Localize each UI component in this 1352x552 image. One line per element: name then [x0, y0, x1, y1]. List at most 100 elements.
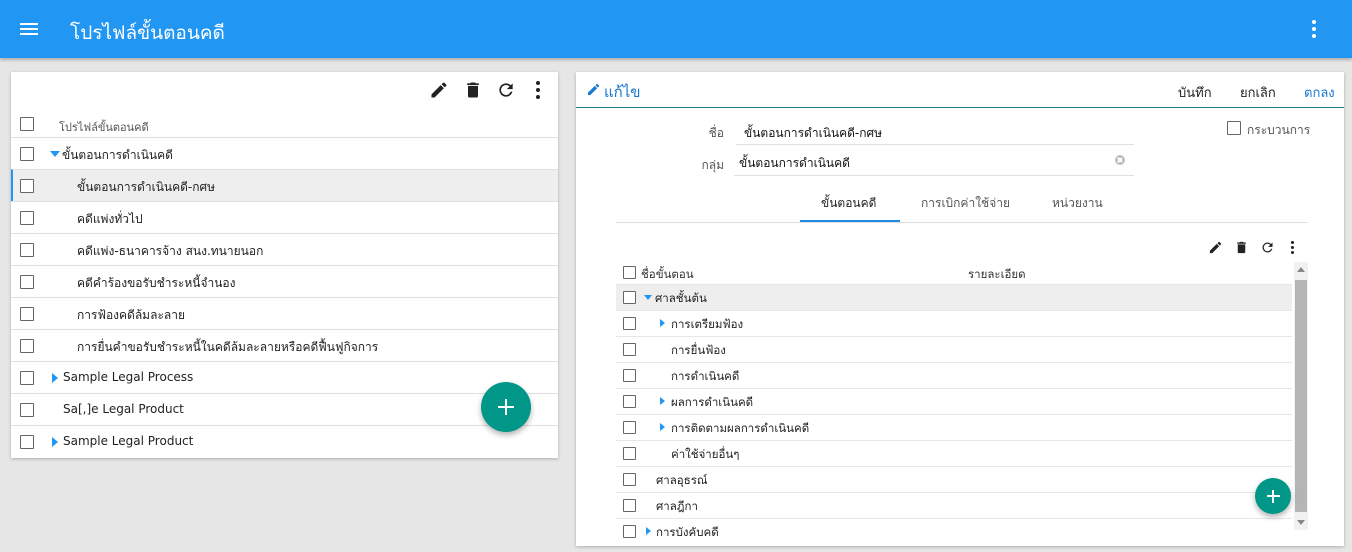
pencil-icon[interactable] [429, 80, 449, 100]
caret-down-icon[interactable] [50, 151, 60, 157]
pencil-icon [587, 83, 600, 96]
step-label: ค่าใช้จ่ายอื่นๆ [671, 447, 740, 461]
list-item[interactable]: Sa[,]e Legal Product [11, 393, 558, 425]
caret-right-icon[interactable] [52, 373, 58, 383]
column-header-detail: รายละเอียด [968, 267, 1026, 281]
row-checkbox[interactable] [20, 147, 34, 161]
app-bar: โปรไฟล์ขั้นตอนคดี [0, 0, 1352, 58]
row-checkbox[interactable] [20, 403, 34, 417]
row-checkbox[interactable] [623, 369, 636, 382]
row-checkbox[interactable] [20, 307, 34, 321]
edit-toolbar: แก้ไข บันทึก ยกเลิก ตกลง [576, 72, 1344, 108]
profile-list-panel: โปรไฟล์ขั้นตอนคดี ขั้นตอนการดำเนินคดี ขั… [11, 72, 558, 458]
steps-grid-header: ชื่อขั้นตอน รายละเอียด [616, 262, 1292, 284]
group-field[interactable]: ขั้นตอนการดำเนินคดี [739, 154, 1119, 172]
page-title: โปรไฟล์ขั้นตอนคดี [70, 22, 225, 44]
trash-icon[interactable] [1234, 240, 1249, 255]
tab-case-steps[interactable]: ขั้นตอนคดี [821, 194, 876, 213]
refresh-icon[interactable] [496, 80, 516, 100]
grid-scrollbar[interactable] [1294, 262, 1308, 530]
process-label: กระบวนการ [1247, 123, 1311, 137]
row-checkbox[interactable] [20, 435, 34, 449]
list-item[interactable]: การฟ้องคดีล้มละลาย [11, 297, 558, 329]
list-item-label: การยื่นคำขอรับชำระหนี้ในคดีล้มละลายหรือค… [77, 340, 379, 354]
row-checkbox[interactable] [20, 371, 34, 385]
table-row[interactable]: การเตรียมฟ้อง [616, 310, 1292, 336]
row-checkbox[interactable] [623, 291, 636, 304]
pencil-icon[interactable] [1208, 240, 1223, 255]
table-row[interactable]: ศาลฎีกา [616, 492, 1292, 518]
refresh-icon[interactable] [1260, 240, 1275, 255]
list-item[interactable]: ขั้นตอนการดำเนินคดี-กศษ [11, 169, 558, 201]
row-checkbox[interactable] [20, 339, 34, 353]
tabs-divider [616, 222, 1308, 223]
row-checkbox[interactable] [623, 525, 636, 538]
cancel-button[interactable]: ยกเลิก [1240, 82, 1276, 103]
list-item[interactable]: Sample Legal Process [11, 361, 558, 393]
step-label: ศาลฎีกา [656, 499, 698, 513]
tab-departments[interactable]: หน่วยงาน [1052, 194, 1103, 213]
clear-icon[interactable] [1115, 155, 1125, 165]
step-label: การติดตามผลการดำเนินคดี [671, 421, 810, 435]
scroll-up-icon[interactable] [1297, 267, 1305, 272]
list-item-label: Sample Legal Process [63, 370, 194, 384]
caret-right-icon[interactable] [660, 423, 665, 431]
caret-right-icon[interactable] [660, 397, 665, 405]
add-step-button[interactable] [1255, 478, 1291, 514]
row-checkbox[interactable] [623, 317, 636, 330]
list-item-label: คดีแพ่ง-ธนาคารจ้าง สนง.ทนายนอก [77, 244, 264, 258]
caret-right-icon[interactable] [52, 437, 58, 447]
caret-down-icon[interactable] [644, 295, 652, 300]
caret-right-icon[interactable] [660, 319, 665, 327]
column-header-step-name: ชื่อขั้นตอน [641, 267, 694, 281]
list-item[interactable]: Sample Legal Product [11, 425, 558, 458]
row-checkbox[interactable] [623, 499, 636, 512]
row-checkbox[interactable] [20, 211, 34, 225]
scrollbar-thumb[interactable] [1295, 280, 1307, 512]
table-row[interactable]: ผลการดำเนินคดี [616, 388, 1292, 414]
list-item[interactable]: การยื่นคำขอรับชำระหนี้ในคดีล้มละลายหรือค… [11, 329, 558, 361]
name-field-underline [736, 144, 1134, 145]
group-field-underline [734, 175, 1134, 176]
step-label: ศาลอุธรณ์ [656, 473, 708, 487]
more-vert-icon[interactable] [530, 80, 546, 100]
row-checkbox[interactable] [623, 395, 636, 408]
more-vert-icon[interactable] [1304, 17, 1324, 41]
step-label: การดำเนินคดี [671, 369, 740, 383]
table-row[interactable]: ศาลชั้นต้น [616, 284, 1292, 310]
tab-expense-claims[interactable]: การเบิกค่าใช้จ่าย [921, 194, 1010, 213]
save-button[interactable]: บันทึก [1178, 82, 1212, 103]
menu-icon[interactable] [16, 17, 42, 41]
row-checkbox[interactable] [623, 473, 636, 486]
row-checkbox[interactable] [20, 243, 34, 257]
process-checkbox[interactable] [1227, 121, 1241, 135]
list-item-label: การฟ้องคดีล้มละลาย [77, 308, 186, 322]
table-row[interactable]: การดำเนินคดี [616, 362, 1292, 388]
table-row[interactable]: การบังคับคดี [616, 518, 1292, 544]
list-item[interactable]: คดีแพ่ง-ธนาคารจ้าง สนง.ทนายนอก [11, 233, 558, 265]
trash-icon[interactable] [463, 80, 483, 100]
name-field[interactable]: ขั้นตอนการดำเนินคดี-กศษ [744, 124, 1134, 142]
row-checkbox[interactable] [20, 179, 34, 193]
step-label: การเตรียมฟ้อง [671, 317, 744, 331]
table-row[interactable]: ค่าใช้จ่ายอื่นๆ [616, 440, 1292, 466]
row-checkbox[interactable] [623, 343, 636, 356]
table-row[interactable]: ศาลอุธรณ์ [616, 466, 1292, 492]
more-vert-icon[interactable] [1286, 240, 1298, 255]
list-item[interactable]: ขั้นตอนการดำเนินคดี [11, 137, 558, 169]
row-checkbox[interactable] [20, 275, 34, 289]
ok-button[interactable]: ตกลง [1304, 82, 1335, 103]
add-profile-button[interactable] [481, 382, 531, 432]
caret-right-icon[interactable] [646, 527, 651, 535]
scroll-down-icon[interactable] [1297, 520, 1305, 525]
table-row[interactable]: การติดตามผลการดำเนินคดี [616, 414, 1292, 440]
list-item[interactable]: คดีแพ่งทั่วไป [11, 201, 558, 233]
select-all-steps-checkbox[interactable] [623, 266, 636, 279]
row-checkbox[interactable] [623, 447, 636, 460]
select-all-checkbox[interactable] [20, 117, 34, 131]
row-checkbox[interactable] [623, 421, 636, 434]
name-label: ชื่อ [708, 126, 724, 140]
step-label: การบังคับคดี [656, 525, 719, 539]
list-item[interactable]: คดีคำร้องขอรับชำระหนี้จำนอง [11, 265, 558, 297]
table-row[interactable]: การยื่นฟ้อง [616, 336, 1292, 362]
